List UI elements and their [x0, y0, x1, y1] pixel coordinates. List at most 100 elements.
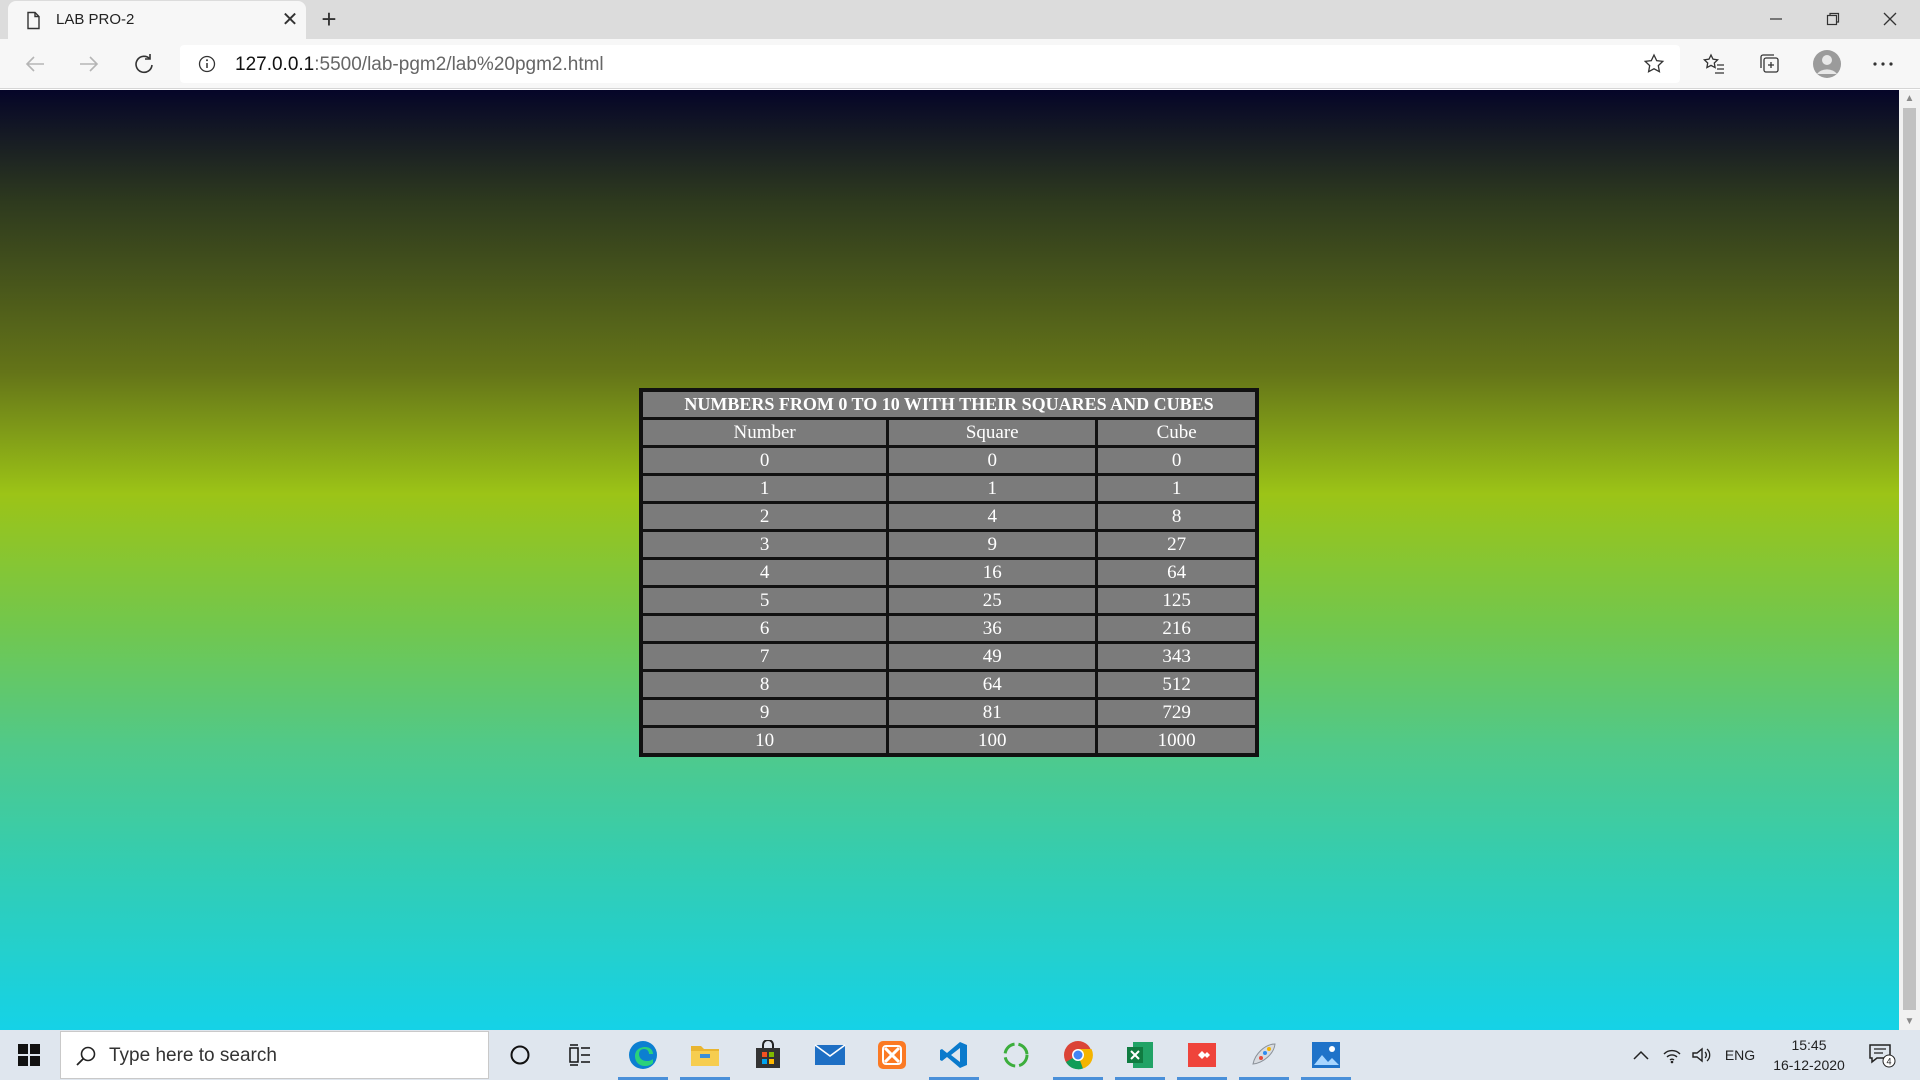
table-row: 8 64 512 [643, 672, 1255, 697]
table-cell: 1 [643, 476, 887, 501]
edge-browser-icon[interactable] [614, 1030, 672, 1080]
close-tab-icon[interactable]: ✕ [279, 9, 301, 31]
task-view-icon[interactable] [551, 1030, 609, 1080]
language-indicator[interactable]: ENG [1720, 1030, 1760, 1080]
url-text: 127.0.0.1:5500/lab-pgm2/lab%20pgm2.html [235, 54, 604, 76]
browser-toolbar: 127.0.0.1:5500/lab-pgm2/lab%20pgm2.html [0, 39, 1920, 89]
tab-title: LAB PRO-2 [56, 11, 135, 28]
forward-button[interactable] [72, 47, 106, 81]
table-cell: 8 [643, 672, 887, 697]
header-square: Square [889, 420, 1096, 445]
table-row: 4 16 64 [643, 560, 1255, 585]
vertical-scrollbar[interactable]: ▲ ▼ [1899, 90, 1920, 1030]
table-cell: 1000 [1098, 728, 1255, 753]
table-row: 111 [643, 476, 1255, 501]
table-row: 248 [643, 504, 1255, 529]
page-viewport: NUMBERS FROM 0 TO 10 WITH THEIR SQUARES … [0, 90, 1899, 1030]
table-cell: 0 [643, 448, 887, 473]
taskbar-search-box[interactable]: Type here to search [60, 1031, 489, 1079]
table-cell: 81 [889, 700, 1096, 725]
table-cell: 216 [1098, 616, 1255, 641]
notification-count: 4 [1886, 1057, 1891, 1067]
table-caption: NUMBERS FROM 0 TO 10 WITH THEIR SQUARES … [643, 392, 1255, 417]
minimize-button[interactable] [1748, 0, 1804, 38]
taskbar-clock[interactable]: 15:45 16-12-2020 [1764, 1035, 1854, 1075]
table-cell: 100 [889, 728, 1096, 753]
table-row: 7 49 343 [643, 644, 1255, 669]
clock-time: 15:45 [1791, 1037, 1827, 1053]
table-cell: 64 [1098, 560, 1255, 585]
table-cell: 7 [643, 644, 887, 669]
table-row: 5 25 125 [643, 588, 1255, 613]
back-button[interactable] [18, 47, 52, 81]
profile-avatar-icon[interactable] [1810, 47, 1844, 81]
new-tab-button[interactable]: + [316, 6, 342, 32]
table-cell: 16 [889, 560, 1096, 585]
paint-icon[interactable] [1235, 1030, 1293, 1080]
header-number: Number [643, 420, 887, 445]
table-row: 10 100 1000 [643, 728, 1255, 753]
refresh-button[interactable] [127, 47, 161, 81]
excel-icon[interactable] [1111, 1030, 1169, 1080]
chrome-icon[interactable] [1049, 1030, 1107, 1080]
table-cell: 36 [889, 616, 1096, 641]
table-cell: 9 [889, 532, 1096, 557]
file-explorer-icon[interactable] [676, 1030, 734, 1080]
table-cell: 8 [1098, 504, 1255, 529]
table-row: 6 36 216 [643, 616, 1255, 641]
table-cell: 64 [889, 672, 1096, 697]
favorites-icon[interactable] [1697, 47, 1731, 81]
collections-icon[interactable] [1753, 47, 1787, 81]
mail-icon[interactable] [801, 1030, 859, 1080]
table-cell: 6 [643, 616, 887, 641]
url-host: 127.0.0.1 [235, 54, 315, 75]
page-icon [24, 11, 43, 30]
table-body: 0 0 0 1 1 1 2 4 8 3 9 27 4 16 64 5 25 125 6 36 216 7 49 343 8 64 5… [643, 448, 1255, 753]
sync-app-icon[interactable] [987, 1030, 1045, 1080]
anydesk-icon[interactable] [1173, 1030, 1231, 1080]
windows-start-button[interactable] [0, 1030, 58, 1080]
table-cell: 1 [889, 476, 1096, 501]
favorite-star-icon[interactable] [1642, 52, 1666, 76]
xampp-icon[interactable] [863, 1030, 921, 1080]
address-bar[interactable]: 127.0.0.1:5500/lab-pgm2/lab%20pgm2.html [180, 45, 1680, 83]
table-cell: 5 [643, 588, 887, 613]
close-window-button[interactable] [1862, 0, 1918, 38]
table-cell: 4 [643, 560, 887, 585]
table-row: 3 9 27 [643, 532, 1255, 557]
show-hidden-icons-chevron-icon[interactable] [1628, 1030, 1654, 1080]
volume-icon[interactable] [1688, 1030, 1714, 1080]
restore-button[interactable] [1805, 0, 1861, 38]
table-cell: 343 [1098, 644, 1255, 669]
scroll-up-arrow-icon[interactable]: ▲ [1903, 92, 1916, 105]
table-cell: 0 [889, 448, 1096, 473]
url-path: :5500/lab-pgm2/lab%20pgm2.html [314, 54, 604, 75]
clock-date: 16-12-2020 [1773, 1057, 1845, 1073]
vscode-icon[interactable] [925, 1030, 983, 1080]
more-options-icon[interactable] [1866, 47, 1900, 81]
info-icon[interactable] [198, 55, 216, 73]
table-cell: 10 [643, 728, 887, 753]
tab-strip: LAB PRO-2 ✕ + [0, 0, 1920, 39]
table-cell: 125 [1098, 588, 1255, 613]
action-center-button[interactable]: 4 [1862, 1030, 1902, 1080]
table-cell: 27 [1098, 532, 1255, 557]
microsoft-store-icon[interactable] [739, 1030, 797, 1080]
search-placeholder: Type here to search [109, 1045, 277, 1066]
table-cell: 4 [889, 504, 1096, 529]
numbers-table: NUMBERS FROM 0 TO 10 WITH THEIR SQUARES … [639, 388, 1259, 757]
photos-icon[interactable] [1297, 1030, 1355, 1080]
browser-tab[interactable]: LAB PRO-2 ✕ [8, 1, 306, 39]
table-cell: 49 [889, 644, 1096, 669]
scroll-down-arrow-icon[interactable]: ▼ [1903, 1015, 1916, 1028]
network-icon[interactable] [1659, 1030, 1685, 1080]
header-cube: Cube [1098, 420, 1255, 445]
table-cell: 1 [1098, 476, 1255, 501]
cortana-icon[interactable] [491, 1030, 549, 1080]
table-cell: 0 [1098, 448, 1255, 473]
table-cell: 25 [889, 588, 1096, 613]
table-cell: 512 [1098, 672, 1255, 697]
windows-taskbar: Type here to search ENG 15:45 16-12-2020… [0, 1030, 1920, 1080]
scrollbar-thumb[interactable] [1903, 108, 1916, 1010]
table-cell: 3 [643, 532, 887, 557]
